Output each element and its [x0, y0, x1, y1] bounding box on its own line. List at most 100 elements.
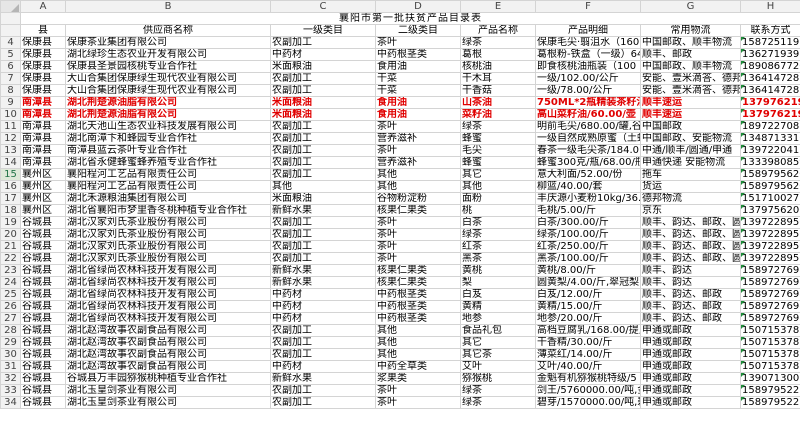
- cell-county[interactable]: 南漳县: [20, 108, 66, 121]
- cell-county[interactable]: 南漳县: [20, 96, 66, 109]
- cell-county[interactable]: 襄州区: [20, 168, 66, 181]
- cell-county[interactable]: 谷城县: [20, 264, 66, 277]
- cell-product-detail[interactable]: 地参/20.00/斤: [535, 312, 641, 325]
- cell-logistics[interactable]: 申通或邮政: [640, 396, 741, 409]
- cell-category-1[interactable]: 农副加工: [270, 168, 376, 181]
- cell-category-2[interactable]: 中药根茎类: [375, 300, 461, 313]
- row-number[interactable]: 19: [0, 216, 21, 229]
- cell-product-detail[interactable]: 白茶/300.00/斤: [535, 216, 641, 229]
- cell-logistics[interactable]: 中国邮政、安能物流: [640, 132, 741, 145]
- cell-category-1[interactable]: 米面粮油: [270, 60, 376, 73]
- cell-category-2[interactable]: 其他: [375, 348, 461, 361]
- cell-county[interactable]: 保康县: [20, 72, 66, 85]
- row-number[interactable]: [0, 12, 21, 25]
- cell-category-1[interactable]: 农副加工: [270, 324, 376, 337]
- cell-contact[interactable]: 15071537820: [740, 348, 800, 361]
- cell-supplier[interactable]: 湖北赵湾故事农副食品有限公司: [65, 324, 271, 337]
- cell-county[interactable]: 谷城县: [20, 348, 66, 361]
- cell-product-detail[interactable]: 750ML*2瓶精装茶籽油: [535, 96, 641, 109]
- cell-category-2[interactable]: 食用油: [375, 60, 461, 73]
- cell-county[interactable]: 襄州区: [20, 192, 66, 205]
- cell-category-1[interactable]: 农副加工: [270, 252, 376, 265]
- cell-category-1[interactable]: 农副加工: [270, 396, 376, 409]
- cell-county[interactable]: 谷城县: [20, 336, 66, 349]
- row-number[interactable]: 25: [0, 288, 21, 301]
- row-number[interactable]: 30: [0, 348, 21, 361]
- cell-contact[interactable]: 18972270889: [740, 120, 800, 133]
- cell-category-1[interactable]: 米面粮油: [270, 96, 376, 109]
- cell-product-detail[interactable]: 一级/102.00/公斤: [535, 72, 641, 85]
- cell-supplier[interactable]: 湖北汉家刘氏茶业股份有限公司: [65, 216, 271, 229]
- cell-product-name[interactable]: 绿茶: [460, 120, 536, 133]
- cell-product-detail[interactable]: 圆黄梨/4.00/斤,翠冠梨: [535, 276, 641, 289]
- cell-contact[interactable]: 15071537820: [740, 360, 800, 373]
- cell-product-detail[interactable]: 高山菜籽油/60.00/壶: [535, 108, 641, 121]
- cell-product-detail[interactable]: 葛根粉-铁盒（一级）64: [535, 48, 641, 61]
- row-number[interactable]: 8: [0, 84, 21, 97]
- cell-contact[interactable]: 15897276981: [740, 276, 800, 289]
- column-header-g[interactable]: G: [640, 0, 741, 13]
- cell-county[interactable]: 南漳县: [20, 132, 66, 145]
- cell-product-name[interactable]: 其它茶: [460, 348, 536, 361]
- cell-logistics[interactable]: 货运: [640, 180, 741, 193]
- cell-category-2[interactable]: 茶叶: [375, 384, 461, 397]
- cell-contact[interactable]: 13972204156: [740, 144, 800, 157]
- cell-logistics[interactable]: 申通或邮政: [640, 360, 741, 373]
- header-supplier[interactable]: 供应商名称: [65, 24, 271, 37]
- cell-product-name[interactable]: 山茶油: [460, 96, 536, 109]
- cell-product-name[interactable]: 干木耳: [460, 72, 536, 85]
- cell-county[interactable]: 南漳县: [20, 120, 66, 133]
- cell-product-detail[interactable]: 黄桃/8.00/斤: [535, 264, 641, 277]
- cell-contact[interactable]: 13797621908: [740, 96, 800, 109]
- cell-category-2[interactable]: 干菜: [375, 84, 461, 97]
- cell-category-1[interactable]: 中药材: [270, 360, 376, 373]
- cell-county[interactable]: 谷城县: [20, 216, 66, 229]
- cell-product-detail[interactable]: 明前毛尖/680.00/罐,谷: [535, 120, 641, 133]
- cell-product-detail[interactable]: 绿茶/100.00/斤: [535, 228, 641, 241]
- row-number[interactable]: [0, 24, 21, 37]
- cell-logistics[interactable]: 顺丰、韵达、邮政: [640, 288, 741, 301]
- header-logistics[interactable]: 常用物流: [640, 24, 741, 37]
- cell-category-2[interactable]: 中药全草类: [375, 360, 461, 373]
- cell-category-1[interactable]: 新鲜水果: [270, 276, 376, 289]
- cell-category-2[interactable]: 浆果类: [375, 372, 461, 385]
- cell-logistics[interactable]: 申通快递 安能物流: [640, 156, 741, 169]
- cell-logistics[interactable]: 申通或邮政: [640, 324, 741, 337]
- header-category-2[interactable]: 二级类目: [375, 24, 461, 37]
- cell-category-2[interactable]: 茶叶: [375, 144, 461, 157]
- cell-contact[interactable]: 15071537820: [740, 324, 800, 337]
- cell-product-detail[interactable]: 金魁有机猕猴桃特级/5: [535, 372, 641, 385]
- cell-product-detail[interactable]: 保康毛尖·翦沮水（160: [535, 36, 641, 49]
- cell-supplier[interactable]: 湖北赵湾故事农副食品有限公司: [65, 360, 271, 373]
- cell-product-detail[interactable]: 碧芽/1570000.00/吨,碧: [535, 396, 641, 409]
- cell-county[interactable]: 南漳县: [20, 156, 66, 169]
- cell-supplier[interactable]: 湖北荆楚源油脂有限公司: [65, 108, 271, 121]
- cell-category-1[interactable]: 米面粮油: [270, 108, 376, 121]
- column-header-f[interactable]: F: [535, 0, 641, 13]
- cell-category-2[interactable]: 茶叶: [375, 216, 461, 229]
- row-number[interactable]: 16: [0, 180, 21, 193]
- cell-category-2[interactable]: 其他: [375, 180, 461, 193]
- cell-category-2[interactable]: 茶叶: [375, 396, 461, 409]
- cell-logistics[interactable]: 中通/顺丰/圆通/申通: [640, 144, 741, 157]
- select-all-corner[interactable]: [0, 0, 21, 13]
- cell-category-2[interactable]: 核果仁果类: [375, 264, 461, 277]
- cell-logistics[interactable]: 顺丰、韵达、邮政: [640, 312, 741, 325]
- cell-product-detail[interactable]: 丰庆源小麦粉10kg/36.00: [535, 192, 641, 205]
- cell-product-detail[interactable]: 黄精/15.00/斤: [535, 300, 641, 313]
- row-number[interactable]: 4: [0, 36, 21, 49]
- cell-product-detail[interactable]: 黑茶/100.00/斤: [535, 252, 641, 265]
- cell-product-name[interactable]: 绿茶: [460, 384, 536, 397]
- header-contact[interactable]: 联系方式: [740, 24, 800, 37]
- cell-logistics[interactable]: 中国邮政: [640, 120, 741, 133]
- cell-category-1[interactable]: 农副加工: [270, 240, 376, 253]
- cell-category-2[interactable]: 中药根茎类: [375, 288, 461, 301]
- cell-contact[interactable]: 15897956200: [740, 180, 800, 193]
- cell-product-name[interactable]: 猕猴桃: [460, 372, 536, 385]
- cell-product-detail[interactable]: 薄菜红/14.00/斤: [535, 348, 641, 361]
- cell-contact[interactable]: 13797562069: [740, 204, 800, 217]
- cell-product-name[interactable]: 蜂蜜: [460, 156, 536, 169]
- cell-category-1[interactable]: 中药材: [270, 288, 376, 301]
- row-number[interactable]: 6: [0, 60, 21, 73]
- cell-category-1[interactable]: 农副加工: [270, 216, 376, 229]
